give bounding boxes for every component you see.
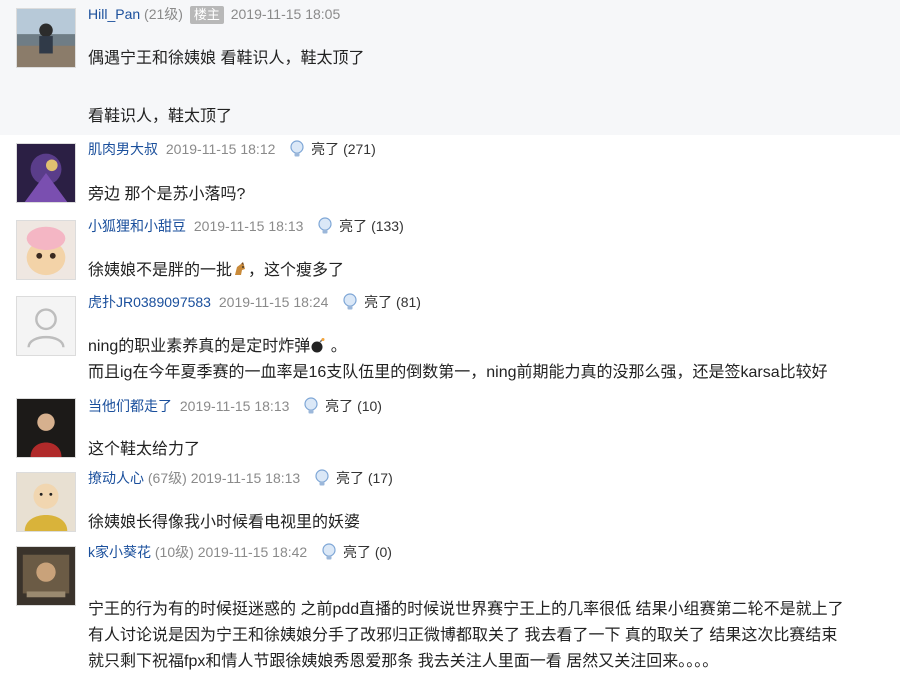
username-link[interactable]: 虎扑JR0389097583 [88, 294, 211, 310]
post-meta: 小狐狸和小甜豆 2019-11-15 18:13 亮了 (133) [88, 216, 404, 236]
avatar[interactable] [16, 8, 76, 68]
post-content: 这个鞋太给力了 [88, 437, 200, 463]
avatar[interactable] [16, 472, 76, 532]
bomb-emoji-icon [311, 338, 325, 353]
content-line: 而且ig在今年夏季赛的一血率是16支队伍里的倒数第一，ning前期能力真的没那么… [88, 364, 828, 381]
light-label[interactable]: 亮了 [339, 218, 367, 234]
light-count: (0) [374, 544, 392, 560]
light-count: (10) [357, 398, 382, 414]
reply-item: 撩动人心 (67级) 2019-11-15 18:13 亮了 (17) 徐姨娘长… [0, 466, 900, 540]
lightbulb-icon[interactable] [321, 543, 337, 561]
light-label[interactable]: 亮了 [364, 294, 392, 310]
username-link[interactable]: 当他们都走了 [88, 398, 172, 414]
content-text: 。 [330, 338, 347, 355]
reply-item-op: Hill_Pan (21级) 楼主 2019-11-15 18:05 偶遇宁王和… [0, 0, 900, 135]
light-label[interactable]: 亮了 [311, 141, 339, 157]
content-line: 偶遇宁王和徐姨娘 看鞋识人，鞋太顶了 [88, 50, 365, 67]
avatar[interactable] [16, 296, 76, 356]
content-line: 这个鞋太给力了 [88, 441, 201, 458]
light-label[interactable]: 亮了 [343, 544, 371, 560]
post-time: 2019-11-15 18:13 [193, 218, 304, 234]
avatar[interactable] [16, 398, 76, 458]
lightbulb-icon[interactable] [317, 217, 333, 235]
post-time: 2019-11-15 18:05 [230, 6, 341, 22]
post-content: 旁边 那个是苏小落吗? [88, 182, 245, 208]
content-line: 徐姨娘长得像我小时候看电视里的妖婆 [88, 514, 361, 531]
post-meta: 虎扑JR0389097583 2019-11-15 18:24 亮了 (81) [88, 292, 421, 312]
avatar[interactable] [16, 220, 76, 280]
user-level: (10级) [154, 544, 194, 560]
post-content: 徐姨娘长得像我小时候看电视里的妖婆 [88, 510, 360, 536]
post-content: ning的职业素养真的是定时炸弹 。 而且ig在今年夏季赛的一血率是16支队伍里… [88, 334, 828, 386]
reply-item: 虎扑JR0389097583 2019-11-15 18:24 亮了 (81) … [0, 288, 900, 396]
light-label[interactable]: 亮了 [325, 398, 353, 414]
reply-item: 肌肉男大叔 2019-11-15 18:12 亮了 (271) 旁边 那个是苏小… [0, 135, 900, 212]
content-line: 就只剩下祝福fpx和情人节跟徐姨娘秀恩爱那条 我去关注人里面一看 居然又关注回来… [88, 653, 719, 670]
username-link[interactable]: 撩动人心 [88, 470, 144, 486]
content-text: 徐姨娘不是胖的一批 [88, 262, 233, 279]
content-line: 旁边 那个是苏小落吗? [88, 186, 246, 203]
avatar[interactable] [16, 143, 76, 203]
content-line: 有人讨论说是因为宁王和徐姨娘分手了改邪归正微博都取关了 我去看了一下 真的取关了… [88, 627, 838, 644]
content-line: 看鞋识人，鞋太顶了 [88, 108, 233, 125]
post-meta: 肌肉男大叔 2019-11-15 18:12 亮了 (271) [88, 139, 376, 159]
horse-emoji-icon [235, 262, 246, 275]
lightbulb-icon[interactable] [303, 397, 319, 415]
avatar[interactable] [16, 546, 76, 606]
lightbulb-icon[interactable] [289, 140, 305, 158]
content-line: 徐姨娘不是胖的一批 ，这个瘦多了 [88, 258, 344, 284]
post-meta: 当他们都走了 2019-11-15 18:13 亮了 (10) [88, 396, 382, 416]
username-link[interactable]: 肌肉男大叔 [88, 141, 158, 157]
username-link[interactable]: Hill_Pan [88, 6, 140, 22]
username-link[interactable]: k家小葵花 [88, 544, 151, 560]
content-text: ，这个瘦多了 [248, 262, 345, 279]
user-level: (67级) [147, 470, 187, 486]
username-link[interactable]: 小狐狸和小甜豆 [88, 218, 186, 234]
post-meta: k家小葵花 (10级) 2019-11-15 18:42 亮了 (0) [88, 542, 392, 562]
content-text: ning的职业素养真的是定时炸弹 [88, 338, 311, 355]
light-count: (81) [396, 294, 421, 310]
reply-item: 小狐狸和小甜豆 2019-11-15 18:13 亮了 (133) 徐姨娘不是胖… [0, 212, 900, 288]
op-badge: 楼主 [189, 6, 224, 24]
post-time: 2019-11-15 18:24 [218, 294, 329, 310]
content-line: 宁王的行为有的时候挺迷惑的 之前pdd直播的时候说世界赛宁王上的几率很低 结果小… [88, 601, 844, 618]
lightbulb-icon[interactable] [314, 469, 330, 487]
reply-item: 当他们都走了 2019-11-15 18:13 亮了 (10) 这个鞋太给力了 [0, 396, 900, 466]
reply-item: k家小葵花 (10级) 2019-11-15 18:42 亮了 (0) 宁王的行… [0, 540, 900, 682]
user-level: (21级) [144, 6, 183, 22]
post-meta: Hill_Pan (21级) 楼主 2019-11-15 18:05 [88, 4, 340, 24]
content-line: ning的职业素养真的是定时炸弹 。 [88, 334, 828, 360]
post-time: 2019-11-15 18:42 [197, 544, 308, 560]
post-meta: 撩动人心 (67级) 2019-11-15 18:13 亮了 (17) [88, 468, 393, 488]
light-count: (133) [371, 218, 404, 234]
light-count: (17) [367, 470, 393, 486]
lightbulb-icon[interactable] [342, 293, 358, 311]
light-label[interactable]: 亮了 [336, 470, 364, 486]
post-time: 2019-11-15 18:12 [165, 141, 276, 157]
post-content: 徐姨娘不是胖的一批 ，这个瘦多了 [88, 258, 344, 284]
post-time: 2019-11-15 18:13 [190, 470, 301, 486]
light-count: (271) [343, 141, 376, 157]
post-content: 宁王的行为有的时候挺迷惑的 之前pdd直播的时候说世界赛宁王上的几率很低 结果小… [88, 597, 844, 675]
post-content: 偶遇宁王和徐姨娘 看鞋识人，鞋太顶了 看鞋识人，鞋太顶了 [88, 46, 364, 130]
post-time: 2019-11-15 18:13 [179, 398, 290, 414]
